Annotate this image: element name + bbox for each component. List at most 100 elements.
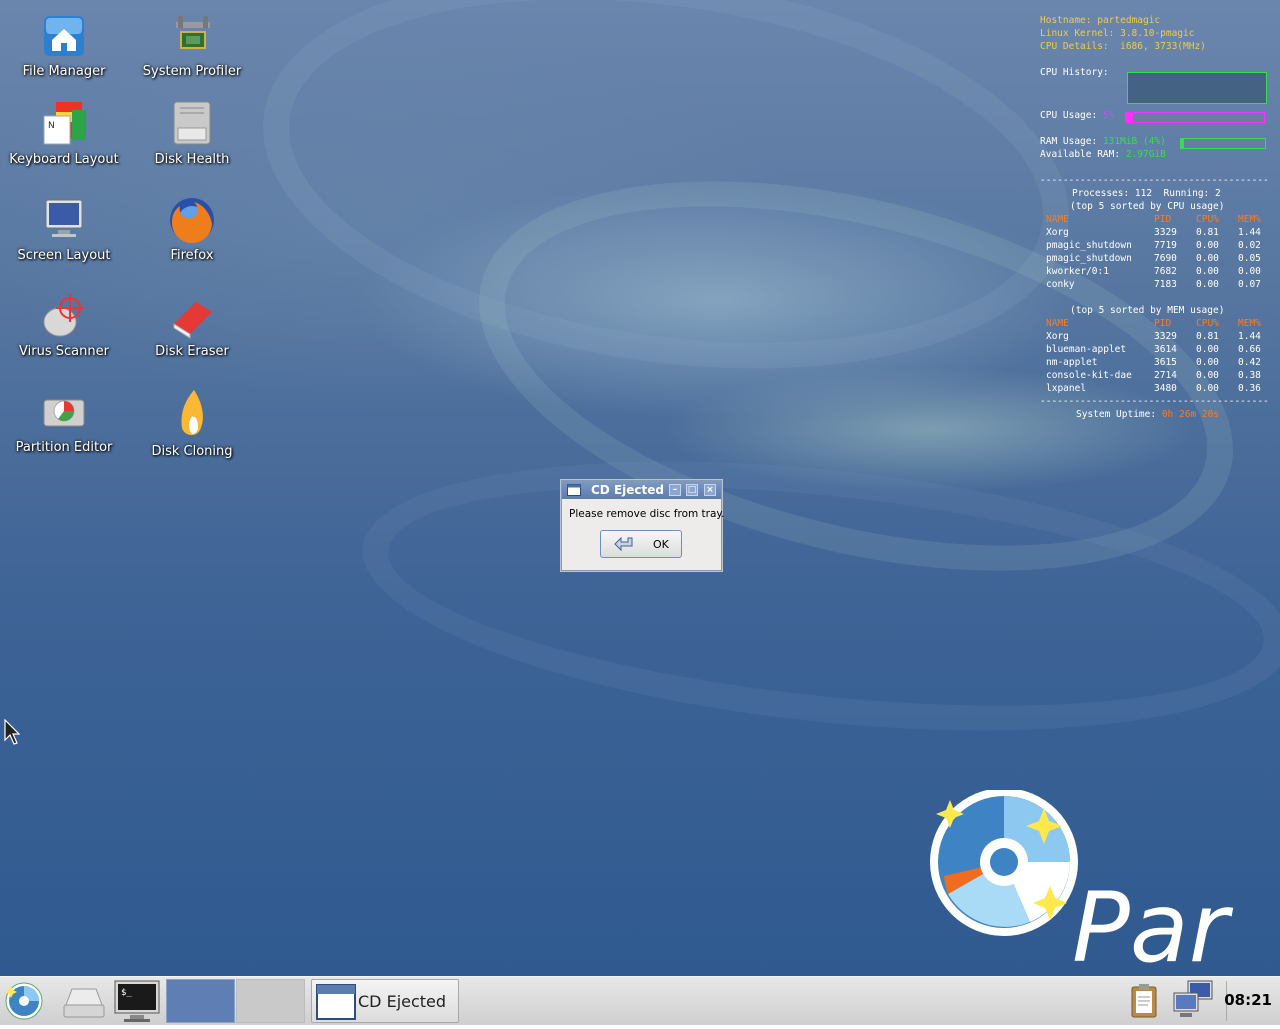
enter-arrow-icon — [614, 536, 633, 552]
svg-text:$_: $_ — [121, 988, 132, 998]
process-row: lxpanel 3480 0.00 0.36 — [1040, 382, 1268, 395]
wallpaper-brand-text: Par — [1072, 872, 1229, 976]
ok-button-label: OK — [653, 538, 669, 551]
desktop-icon-disk-cloning[interactable]: Disk Cloning — [130, 386, 254, 459]
partition-disk-icon — [43, 399, 85, 427]
process-row: kworker/0:1 7682 0.00 0.00 — [1040, 265, 1268, 278]
cpu-usage-bar — [1125, 112, 1265, 123]
start-menu-button[interactable] — [2, 979, 48, 1023]
taskbar-window-button[interactable]: CD Ejected — [311, 979, 459, 1023]
clone-sheep-icon — [181, 390, 203, 436]
conky-separator: ---------------------------------------- — [1040, 175, 1269, 186]
process-pid: 3615 — [1154, 357, 1177, 368]
process-column-header: CPU% — [1196, 214, 1219, 225]
desktop-icon-firefox[interactable]: Firefox — [130, 194, 254, 263]
desktop-icon-label: Disk Cloning — [151, 444, 233, 459]
desktop-icon-screen-layout[interactable]: Screen Layout — [2, 194, 126, 263]
cd-ejected-dialog[interactable]: CD Ejected – □ × Please remove disc from… — [561, 480, 724, 571]
ok-button[interactable]: OK — [600, 530, 682, 558]
network-computers-icon — [1173, 980, 1213, 1017]
process-mem: 0.02 — [1238, 240, 1261, 251]
terminal-launcher[interactable]: $_ — [112, 979, 162, 1023]
mouse-cursor-icon — [4, 719, 20, 745]
top-mem-process-table: NAME PID CPU% MEM% Xorg 3329 0.81 1.44 blueman-a… — [1040, 317, 1268, 395]
cpu-usage-bar-fill — [1126, 113, 1133, 122]
desktop-icon-label: Firefox — [170, 248, 214, 263]
process-column-header: NAME — [1046, 214, 1069, 225]
conky-separator: ---------------------------------------- — [1040, 396, 1269, 407]
desktop-icon-keyboard-layout[interactable]: N Keyboard Layout — [2, 98, 126, 167]
desktop-icon-partition-editor[interactable]: Partition Editor — [2, 386, 126, 455]
process-column-header: PID — [1154, 318, 1172, 329]
monitor-icon — [45, 199, 83, 237]
taskbar-window-label: CD Ejected — [358, 992, 447, 1011]
process-column-header: MEM% — [1238, 318, 1261, 329]
dialog-titlebar[interactable]: CD Ejected – □ × — [562, 481, 721, 499]
conky-processes-line: Processes: 112 Running: 2 — [1072, 188, 1221, 199]
process-cpu: 0.00 — [1196, 370, 1219, 381]
window-icon — [567, 484, 581, 496]
process-name: pmagic_shutdown — [1046, 253, 1132, 264]
desktop-icon-label: Virus Scanner — [19, 344, 109, 359]
desktop-icon-disk-health[interactable]: Disk Health — [130, 98, 254, 167]
process-cpu: 0.81 — [1196, 227, 1219, 238]
clock[interactable]: 08:21 — [1224, 991, 1272, 1009]
process-column-header: PID — [1154, 214, 1172, 225]
cpu-history-graph — [1127, 72, 1267, 104]
close-button[interactable]: × — [704, 484, 716, 496]
process-pid: 3614 — [1154, 344, 1177, 355]
process-mem: 0.66 — [1238, 344, 1261, 355]
workspace-2[interactable] — [236, 979, 305, 1023]
process-mem: 0.36 — [1238, 383, 1261, 394]
terminal-icon: $_ — [114, 980, 160, 1022]
keyboard-flags-icon: N — [43, 102, 86, 145]
firefox-icon — [170, 198, 214, 244]
desktop-icon-label: Disk Eraser — [155, 344, 229, 359]
clipboard-tray-icon[interactable] — [1124, 981, 1164, 1021]
process-column-header: NAME — [1046, 318, 1069, 329]
desktop-icon-label: Keyboard Layout — [9, 152, 119, 167]
process-mem: 1.44 — [1238, 331, 1261, 342]
desktop-icon-label: File Manager — [22, 64, 106, 79]
process-name: Xorg — [1046, 227, 1069, 238]
drive-icon — [63, 988, 105, 1018]
desktop-icon-label: Disk Health — [154, 152, 230, 167]
conky-cpu-sorted-title: (top 5 sorted by CPU usage) — [1070, 201, 1225, 212]
process-cpu: 0.00 — [1196, 357, 1219, 368]
process-name: nm-applet — [1046, 357, 1098, 368]
network-tray-icon[interactable] — [1170, 979, 1216, 1023]
process-row: console-kit-dae 2714 0.00 0.38 — [1040, 369, 1268, 382]
desktop-icon-disk-eraser[interactable]: Disk Eraser — [130, 290, 254, 359]
workspace-1[interactable] — [166, 979, 235, 1023]
process-table-header: NAME PID CPU% MEM% — [1040, 317, 1268, 330]
process-pid: 7719 — [1154, 240, 1177, 251]
clipboard-icon — [1131, 984, 1157, 1018]
ram-usage-bar — [1180, 138, 1266, 149]
process-mem: 0.00 — [1238, 266, 1261, 277]
hard-disk-icon — [173, 101, 211, 145]
conky-system-monitor: Hostname: partedmagic Linux Kernel: 3.8.… — [1040, 14, 1269, 421]
maximize-button[interactable]: □ — [686, 484, 698, 496]
caliper-chip-icon — [176, 16, 210, 49]
minimize-button[interactable]: – — [669, 484, 681, 496]
process-mem: 0.42 — [1238, 357, 1261, 368]
drive-launcher[interactable] — [58, 979, 110, 1023]
window-icon — [316, 984, 356, 1020]
process-cpu: 0.00 — [1196, 279, 1219, 290]
process-mem: 0.07 — [1238, 279, 1261, 290]
dialog-title: CD Ejected — [591, 483, 664, 497]
desktop-icon-system-profiler[interactable]: System Profiler — [130, 10, 254, 79]
process-name: kworker/0:1 — [1046, 266, 1109, 277]
process-row: pmagic_shutdown 7719 0.00 0.02 — [1040, 239, 1268, 252]
desktop-icon-file-manager[interactable]: File Manager — [2, 10, 126, 79]
eraser-icon — [173, 302, 212, 339]
process-row: Xorg 3329 0.81 1.44 — [1040, 226, 1268, 239]
process-pid: 7690 — [1154, 253, 1177, 264]
process-row: blueman-applet 3614 0.00 0.66 — [1040, 343, 1268, 356]
conky-mem-sorted-title: (top 5 sorted by MEM usage) — [1070, 305, 1225, 316]
desktop-icon-virus-scanner[interactable]: Virus Scanner — [2, 290, 126, 359]
process-cpu: 0.00 — [1196, 383, 1219, 394]
process-name: blueman-applet — [1046, 344, 1127, 355]
process-row: conky 7183 0.00 0.07 — [1040, 278, 1268, 291]
desktop[interactable]: Par File Manager System Profiler N Keybo… — [0, 0, 1280, 976]
